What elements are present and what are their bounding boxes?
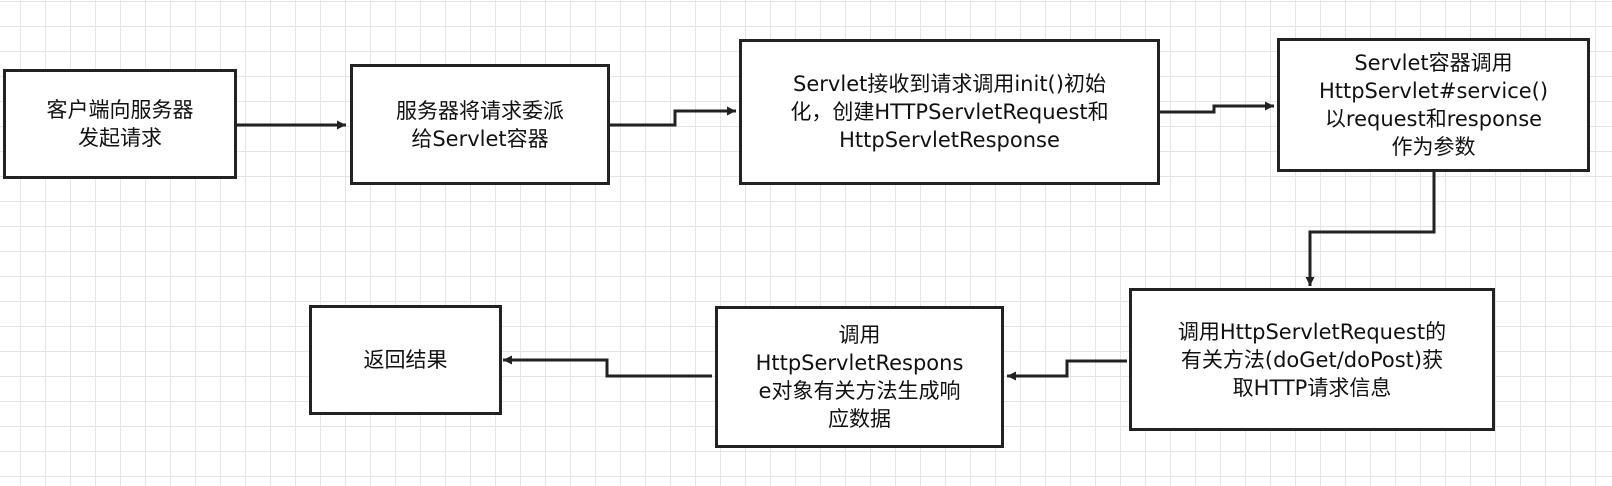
connector-request-to-response	[1007, 359, 1127, 381]
node-response-generate[interactable]: 调用 HttpServletRespons e对象有关方法生成响 应数据	[715, 306, 1004, 448]
node-container-service-label: Servlet容器调用 HttpServlet#service() 以request…	[1318, 51, 1549, 159]
connector-container-to-request	[1305, 172, 1436, 286]
node-servlet-init[interactable]: Servlet接收到请求调用init()初始 化，创建HTTPServletReq…	[739, 39, 1160, 185]
node-client-request-label: 客户端向服务器 发起请求	[46, 98, 194, 150]
node-server-dispatch-label: 服务器将请求委派 给Servlet容器	[396, 98, 564, 151]
node-request-method[interactable]: 调用HttpServletRequest的 有关方法(doGet/doPost)获…	[1129, 288, 1495, 431]
node-response-generate-label: 调用 HttpServletRespons e对象有关方法生成响 应数据	[755, 323, 964, 431]
flowchart-canvas: 客户端向服务器 发起请求 服务器将请求委派 给Servlet容器 Servlet接收…	[0, 0, 1612, 486]
connector-server-to-servlet	[610, 106, 736, 127]
node-container-service[interactable]: Servlet容器调用 HttpServlet#service() 以request…	[1277, 38, 1590, 172]
node-client-request[interactable]: 客户端向服务器 发起请求	[3, 69, 237, 179]
connector-response-to-result	[503, 355, 712, 378]
node-servlet-init-label: Servlet接收到请求调用init()初始 化，创建HTTPServletReq…	[790, 72, 1109, 152]
node-return-result-label: 返回结果	[363, 348, 448, 372]
connector-servlet-to-container	[1160, 101, 1274, 114]
node-return-result[interactable]: 返回结果	[309, 305, 502, 415]
node-server-dispatch[interactable]: 服务器将请求委派 给Servlet容器	[350, 64, 610, 185]
node-request-method-label: 调用HttpServletRequest的 有关方法(doGet/doPost)获…	[1177, 319, 1447, 400]
